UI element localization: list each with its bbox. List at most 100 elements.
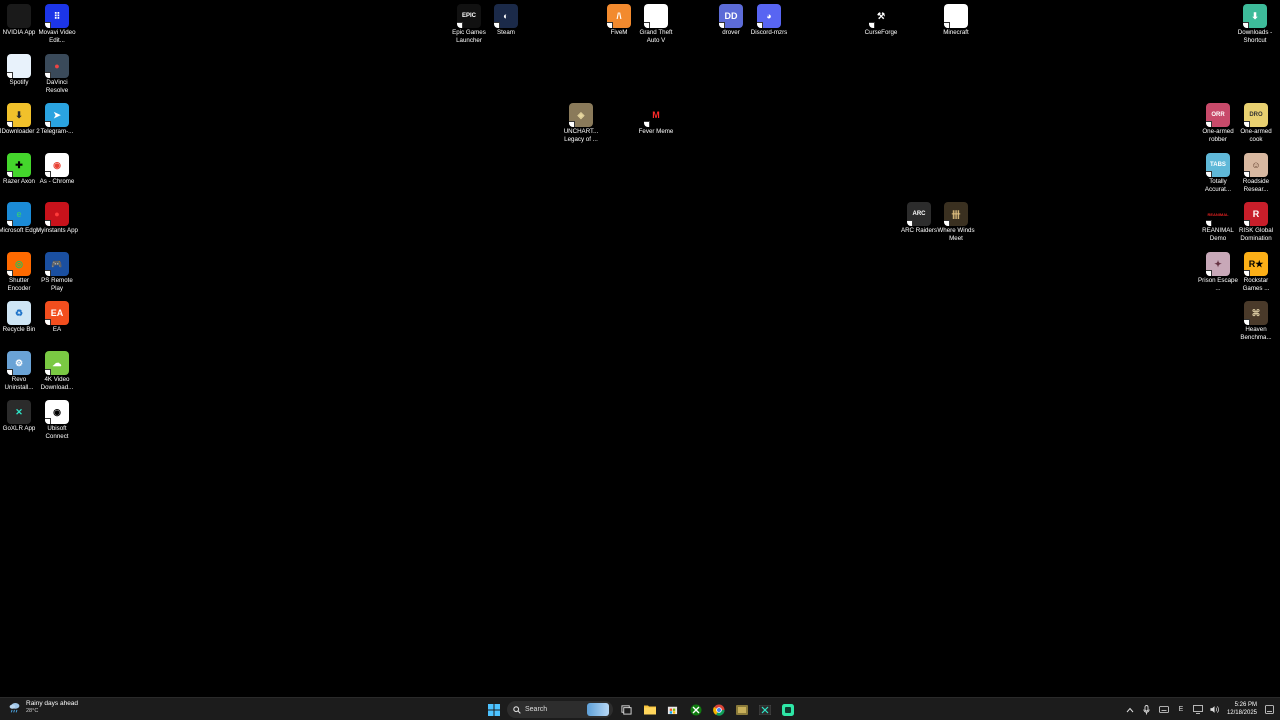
store-button[interactable] [663, 700, 682, 719]
desktop-icon-label: Where Winds Meet [937, 227, 975, 242]
task-view-button[interactable] [617, 700, 636, 719]
desktop-icon-microsoft-edge[interactable]: e Microsoft Edge [0, 202, 40, 235]
app-green-icon [781, 703, 794, 716]
myinstants-app-glyph: ● [54, 209, 60, 219]
desktop-icon-nvidia-app[interactable]: NVIDIA App [0, 4, 38, 37]
start-button[interactable] [484, 700, 503, 719]
clock[interactable]: 5:26 PM 12/18/2025 [1227, 702, 1257, 717]
desktop-icon-movavi-video-edit[interactable]: ⠿ Movavi Video Edit... [38, 4, 76, 44]
roadside-resear-glyph: ☺ [1251, 160, 1261, 170]
desktop-icon-reanimal-demo[interactable]: REANIMAL REANIMAL Demo [1199, 202, 1237, 242]
active-app-button[interactable] [778, 700, 797, 719]
desktop-icon-curseforge[interactable]: ⚒ CurseForge [862, 4, 900, 37]
shortcut-arrow-icon [45, 72, 51, 78]
desktop-icon-davinci-resolve[interactable]: ● DaVinci Resolve [38, 54, 76, 94]
drover-glyph: DD [724, 11, 738, 21]
chrome-button[interactable] [709, 700, 728, 719]
desktop-icon-label: Rockstar Games ... [1242, 277, 1270, 292]
shortcut-arrow-icon [45, 121, 51, 127]
steam-icon: ◐ [494, 4, 518, 28]
desktop-icon-razer-axon[interactable]: ✚ Razer Axon [0, 153, 38, 186]
xbox-button[interactable] [686, 700, 705, 719]
myinstants-app-icon: ● [45, 202, 69, 226]
shortcut-arrow-icon [45, 220, 51, 226]
desktop-icon-one-armed-cook[interactable]: DRO One-armed cook [1237, 103, 1275, 143]
desktop-icon-ps-remote-play[interactable]: 🎮 PS Remote Play [38, 252, 76, 292]
search-box[interactable]: Search [507, 701, 613, 718]
shortcut-arrow-icon [45, 22, 51, 28]
desktop-icon-risk-global-domination[interactable]: R RISK Global Domination [1237, 202, 1275, 242]
shortcut-arrow-icon [7, 121, 13, 127]
telegram-icon: ➤ [45, 103, 69, 127]
desktop-icon-arc-raiders[interactable]: ARC ARC Raiders [900, 202, 938, 235]
chevron-up-icon[interactable] [1125, 705, 1135, 715]
shortcut-arrow-icon [757, 22, 763, 28]
goxlr-taskbar-button[interactable] [755, 700, 774, 719]
file-explorer-button[interactable] [640, 700, 659, 719]
desktop-icon-rockstar-games[interactable]: R★ Rockstar Games ... [1237, 252, 1275, 292]
taskbar-apps: Search [484, 700, 797, 719]
microphone-icon[interactable] [1142, 704, 1152, 715]
desktop-icon-label: Roadside Resear... [1242, 178, 1270, 193]
shortcut-arrow-icon [1243, 22, 1249, 28]
display-icon[interactable] [1193, 705, 1203, 715]
desktop-icon-telegram[interactable]: ➤ Telegram-... [38, 103, 76, 136]
desktop-icon-recycle-bin[interactable]: ♻ Recycle Bin [0, 301, 38, 334]
desktop-icon-jdownloader-2[interactable]: ⬇ JDownloader 2 [0, 103, 40, 136]
keyboard-icon[interactable] [1159, 705, 1169, 715]
weather-widget[interactable]: Rainy days ahead 28°C [8, 700, 78, 715]
game-launcher-button[interactable] [732, 700, 751, 719]
search-icon [513, 705, 521, 714]
shortcut-arrow-icon [1244, 220, 1250, 226]
desktop-icon-myinstants-app[interactable]: ● Myinstants App [36, 202, 78, 235]
arc-raiders-icon: ARC [907, 202, 931, 226]
shortcut-arrow-icon [457, 22, 463, 28]
shortcut-arrow-icon [45, 418, 51, 424]
desktop-icon-heaven-benchma[interactable]: ⌘ Heaven Benchma... [1237, 301, 1275, 341]
minecraft-icon [944, 4, 968, 28]
desktop-icon-spotify[interactable]: Spotify [0, 54, 38, 87]
desktop-icon-fivem[interactable]: /\ FiveM [600, 4, 638, 37]
fivem-icon: /\ [607, 4, 631, 28]
desktop-icon-revo-uninstall[interactable]: ⚙ Revo Uninstall... [0, 351, 38, 391]
downloads-shortcut-icon: ⬇ [1243, 4, 1267, 28]
desktop-icon-as-chrome[interactable]: ◉ As - Chrome [38, 153, 76, 186]
desktop-icon-steam[interactable]: ◐ Steam [487, 4, 525, 37]
shortcut-arrow-icon [1244, 121, 1250, 127]
desktop-icon-label: EA [52, 326, 62, 333]
spotify-icon [7, 54, 31, 78]
desktop-icon-roadside-resear[interactable]: ☺ Roadside Resear... [1237, 153, 1275, 193]
volume-icon[interactable] [1210, 705, 1220, 715]
desktop-icon-goxlr-app[interactable]: ✕ GoXLR App [0, 400, 38, 433]
desktop-icon-ubisoft-connect[interactable]: ◉ Ubisoft Connect [38, 400, 76, 440]
desktop-icon-totally-accurat[interactable]: TABS Totally Accurat... [1199, 153, 1237, 193]
desktop: NVIDIA App ⠿ Movavi Video Edit... Spotify ● D… [0, 0, 1280, 697]
desktop-icon-downloads-shortcut[interactable]: ⬇ Downloads - Shortcut [1236, 4, 1274, 44]
desktop-icon-discord-mzrs[interactable]: ◕ Discord-mzrs [750, 4, 788, 37]
desktop-icon-epic-games-launcher[interactable]: EPIC Epic Games Launcher [450, 4, 488, 44]
desktop-icon-ea[interactable]: EA EA [38, 301, 76, 334]
desktop-icon-unchart-legacy-of[interactable]: ◈ UNCHART... Legacy of ... [562, 103, 600, 143]
shortcut-arrow-icon [907, 220, 913, 226]
desktop-icon-label: Telegram-... [40, 128, 74, 135]
language-indicator[interactable]: Е [1176, 705, 1186, 715]
desktop-icon-prison-escape[interactable]: ✦ Prison Escape ... [1198, 252, 1238, 292]
desktop-icon-4k-video-download[interactable]: ☁ 4K Video Download... [38, 351, 76, 391]
microsoft-edge-icon: e [7, 202, 31, 226]
desktop-icon-fever-meme[interactable]: M Fever Meme [637, 103, 675, 136]
search-highlight-icon [587, 703, 609, 716]
goxlr-app-glyph: ✕ [15, 406, 23, 417]
desktop-icon-minecraft[interactable]: Minecraft [937, 4, 975, 37]
notifications-icon[interactable] [1264, 705, 1274, 715]
desktop-icon-drover[interactable]: DD drover [712, 4, 750, 37]
desktop-icon-one-armed-robber[interactable]: ORR One-armed robber [1199, 103, 1237, 143]
xbox-icon [690, 704, 701, 715]
desktop-icon-grand-theft-auto-v[interactable]: Grand Theft Auto V [637, 4, 675, 44]
desktop-icon-label: As - Chrome [39, 178, 75, 185]
ps-remote-play-icon: 🎮 [45, 252, 69, 276]
shortcut-arrow-icon [1244, 171, 1250, 177]
shutter-encoder-glyph: ◎ [15, 258, 23, 269]
desktop-icon-where-winds-meet[interactable]: 卌 Where Winds Meet [937, 202, 975, 242]
jdownloader-2-icon: ⬇ [7, 103, 31, 127]
desktop-icon-shutter-encoder[interactable]: ◎ Shutter Encoder [0, 252, 38, 292]
